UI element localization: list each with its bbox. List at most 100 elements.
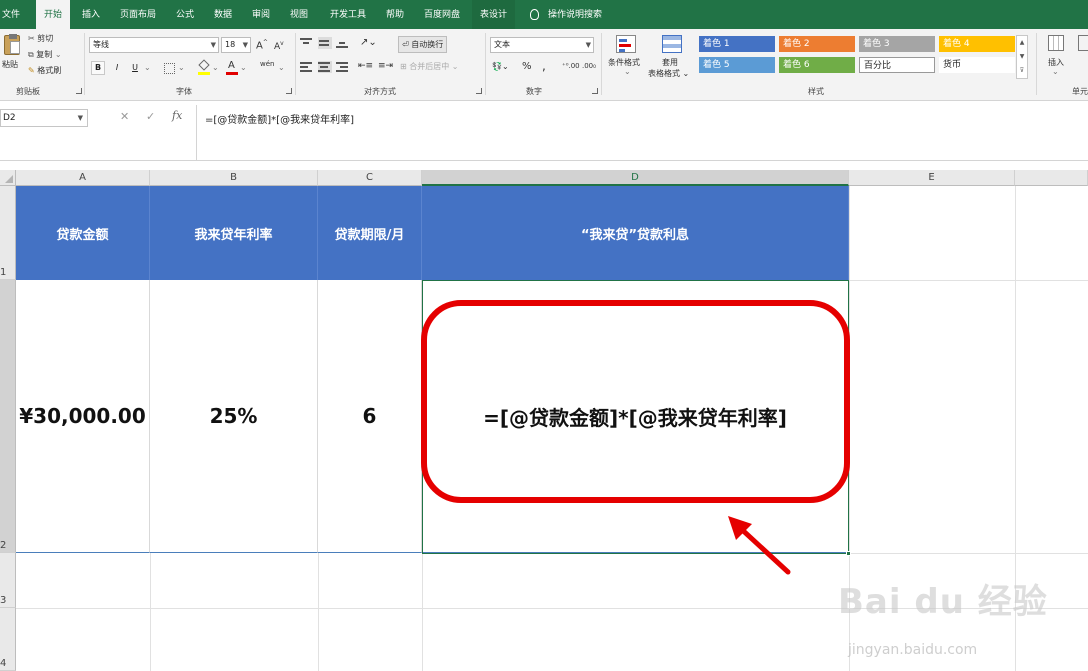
increase-font-size-button[interactable]: A^ xyxy=(256,39,268,51)
cancel-icon[interactable]: ✕ xyxy=(120,110,129,123)
italic-button[interactable]: I xyxy=(110,61,124,75)
column-header-d[interactable]: D xyxy=(422,170,849,186)
number-format-select[interactable]: 文本 ▼ xyxy=(490,37,594,53)
insert-function-icon[interactable]: fx xyxy=(172,109,182,122)
increase-indent-icon[interactable]: ≡⇥ xyxy=(378,61,393,71)
tab-file[interactable]: 文件 xyxy=(2,0,20,29)
tab-formulas[interactable]: 公式 xyxy=(176,0,194,29)
fill-color-icon[interactable] xyxy=(198,59,210,75)
phonetic-dropdown[interactable]: ⌄ xyxy=(278,63,285,72)
cell-style-accent3[interactable]: 着色 3 xyxy=(859,36,935,52)
borders-icon[interactable] xyxy=(164,63,175,74)
decrease-decimal-icon[interactable]: .00₀ xyxy=(582,62,596,70)
decrease-font-size-button[interactable]: Av xyxy=(274,40,284,52)
paste-button[interactable]: 粘贴 xyxy=(2,33,24,79)
increase-decimal-icon[interactable]: ⁺⁰.00 xyxy=(562,62,580,70)
align-bottom-icon[interactable] xyxy=(336,37,350,49)
font-color-dropdown[interactable]: ⌄ xyxy=(240,63,247,72)
fill-handle[interactable] xyxy=(846,551,851,556)
tab-review[interactable]: 审阅 xyxy=(252,0,270,29)
cell-style-percent[interactable]: 百分比 xyxy=(859,57,935,73)
row-header-1[interactable]: 1 xyxy=(0,186,16,280)
formula-input[interactable]: =[@贷款金额]*[@我来贷年利率] xyxy=(196,105,1088,161)
name-box[interactable]: D2 ▼ xyxy=(0,109,88,127)
column-header-a[interactable]: A xyxy=(16,170,150,186)
cell-style-accent5[interactable]: 着色 5 xyxy=(699,57,775,73)
phonetic-guide-icon[interactable]: wén xyxy=(260,60,274,68)
row-header-4[interactable]: 4 xyxy=(0,608,16,671)
cell-b2[interactable]: 25% xyxy=(150,280,318,553)
underline-button[interactable]: U xyxy=(128,61,142,75)
clipboard-dialog-launcher-icon[interactable] xyxy=(76,88,82,94)
column-header-b[interactable]: B xyxy=(150,170,318,186)
tell-me-search[interactable]: 操作说明搜索 xyxy=(548,0,602,29)
cell-style-accent2[interactable]: 着色 2 xyxy=(779,36,855,52)
tab-table-design[interactable]: 表设计 xyxy=(472,0,516,29)
styles-gallery-scroll[interactable]: ▲ ▼ ⊽ xyxy=(1016,35,1028,79)
cell-style-accent6[interactable]: 着色 6 xyxy=(779,57,855,73)
annotation-arrow-icon xyxy=(728,516,791,575)
insert-cells-button[interactable]: 插入 ⌄ xyxy=(1042,33,1072,83)
format-painter-button[interactable]: ✎ 格式刷 xyxy=(28,65,61,76)
merge-center-button[interactable]: ⊞ 合并后居中 ⌄ xyxy=(400,61,459,72)
format-as-table-button[interactable]: 套用 表格格式 ⌄ xyxy=(648,33,694,83)
column-header-e[interactable]: E xyxy=(849,170,1015,186)
paste-label: 粘贴 xyxy=(2,60,18,69)
cell-c2[interactable]: 6 xyxy=(318,280,422,553)
comma-style-button[interactable]: , xyxy=(542,59,546,73)
number-dialog-launcher-icon[interactable] xyxy=(592,88,598,94)
chevron-down-icon: ▼ xyxy=(77,114,83,122)
font-name-select[interactable]: 等线 ▼ xyxy=(89,37,219,53)
align-center-icon[interactable] xyxy=(318,61,332,73)
column-header-c[interactable]: C xyxy=(318,170,422,186)
copy-button[interactable]: ⧉ 复制 ⌄ xyxy=(28,49,62,60)
wrap-text-button[interactable]: ⏎ 自动换行 xyxy=(398,36,448,53)
align-right-icon[interactable] xyxy=(336,61,350,73)
scissors-icon: ✂ xyxy=(28,34,35,43)
tab-insert[interactable]: 插入 xyxy=(82,0,100,29)
cell-c1-header[interactable]: 贷款期限/月 xyxy=(318,186,422,280)
cut-label: 剪切 xyxy=(37,34,54,43)
tab-data[interactable]: 数据 xyxy=(214,0,232,29)
delete-cells-icon[interactable] xyxy=(1078,35,1088,51)
cell-b1-header[interactable]: 我来贷年利率 xyxy=(150,186,318,280)
tab-baidu-netdisk[interactable]: 百度网盘 xyxy=(424,0,460,29)
row-header-2[interactable]: 2 xyxy=(0,280,16,553)
font-dialog-launcher-icon[interactable] xyxy=(286,88,292,94)
bold-button[interactable]: B xyxy=(91,61,105,75)
alignment-dialog-launcher-icon[interactable] xyxy=(476,88,482,94)
underline-dropdown[interactable]: ⌄ xyxy=(144,63,151,72)
percent-style-button[interactable]: % xyxy=(522,61,532,72)
merge-icon: ⊞ xyxy=(400,62,410,71)
cell-a1-header[interactable]: 贷款金额 xyxy=(16,186,150,280)
cell-style-accent1[interactable]: 着色 1 xyxy=(699,36,775,52)
align-top-icon[interactable] xyxy=(300,37,314,49)
align-middle-icon[interactable] xyxy=(318,37,332,49)
cell-style-label: 着色 4 xyxy=(943,39,970,49)
conditional-formatting-button[interactable]: 条件格式 ⌄ xyxy=(606,33,648,83)
accounting-format-icon[interactable]: 💱⌄ xyxy=(492,62,509,71)
cell-style-accent4[interactable]: 着色 4 xyxy=(939,36,1015,52)
tab-developer[interactable]: 开发工具 xyxy=(330,0,366,29)
tab-help[interactable]: 帮助 xyxy=(386,0,404,29)
select-all-corner[interactable] xyxy=(0,170,16,186)
cut-button[interactable]: ✂ 剪切 xyxy=(28,33,53,44)
tab-view[interactable]: 视图 xyxy=(290,0,308,29)
cell-style-currency[interactable]: 货币 xyxy=(939,57,1015,73)
fill-color-dropdown[interactable]: ⌄ xyxy=(212,63,219,72)
tab-home[interactable]: 开始 xyxy=(36,0,71,29)
borders-dropdown[interactable]: ⌄ xyxy=(178,63,185,72)
font-size-select[interactable]: 18 ▼ xyxy=(221,37,251,53)
cell-d1-header[interactable]: “我来贷”贷款利息 xyxy=(422,186,849,280)
tab-page-layout[interactable]: 页面布局 xyxy=(120,0,156,29)
enter-icon[interactable]: ✓ xyxy=(146,110,155,123)
orientation-icon[interactable]: ↗⌄ xyxy=(360,37,377,48)
row-header-3[interactable]: 3 xyxy=(0,553,16,608)
cell-a2[interactable]: ¥30,000.00 xyxy=(16,280,150,553)
align-left-icon[interactable] xyxy=(300,61,314,73)
number-group-label: 数字 xyxy=(526,87,542,96)
column-header-f[interactable] xyxy=(1015,170,1088,186)
font-color-icon[interactable]: A xyxy=(226,60,238,75)
decrease-indent-icon[interactable]: ⇤≡ xyxy=(358,61,373,71)
font-name-value: 等线 xyxy=(93,40,109,49)
